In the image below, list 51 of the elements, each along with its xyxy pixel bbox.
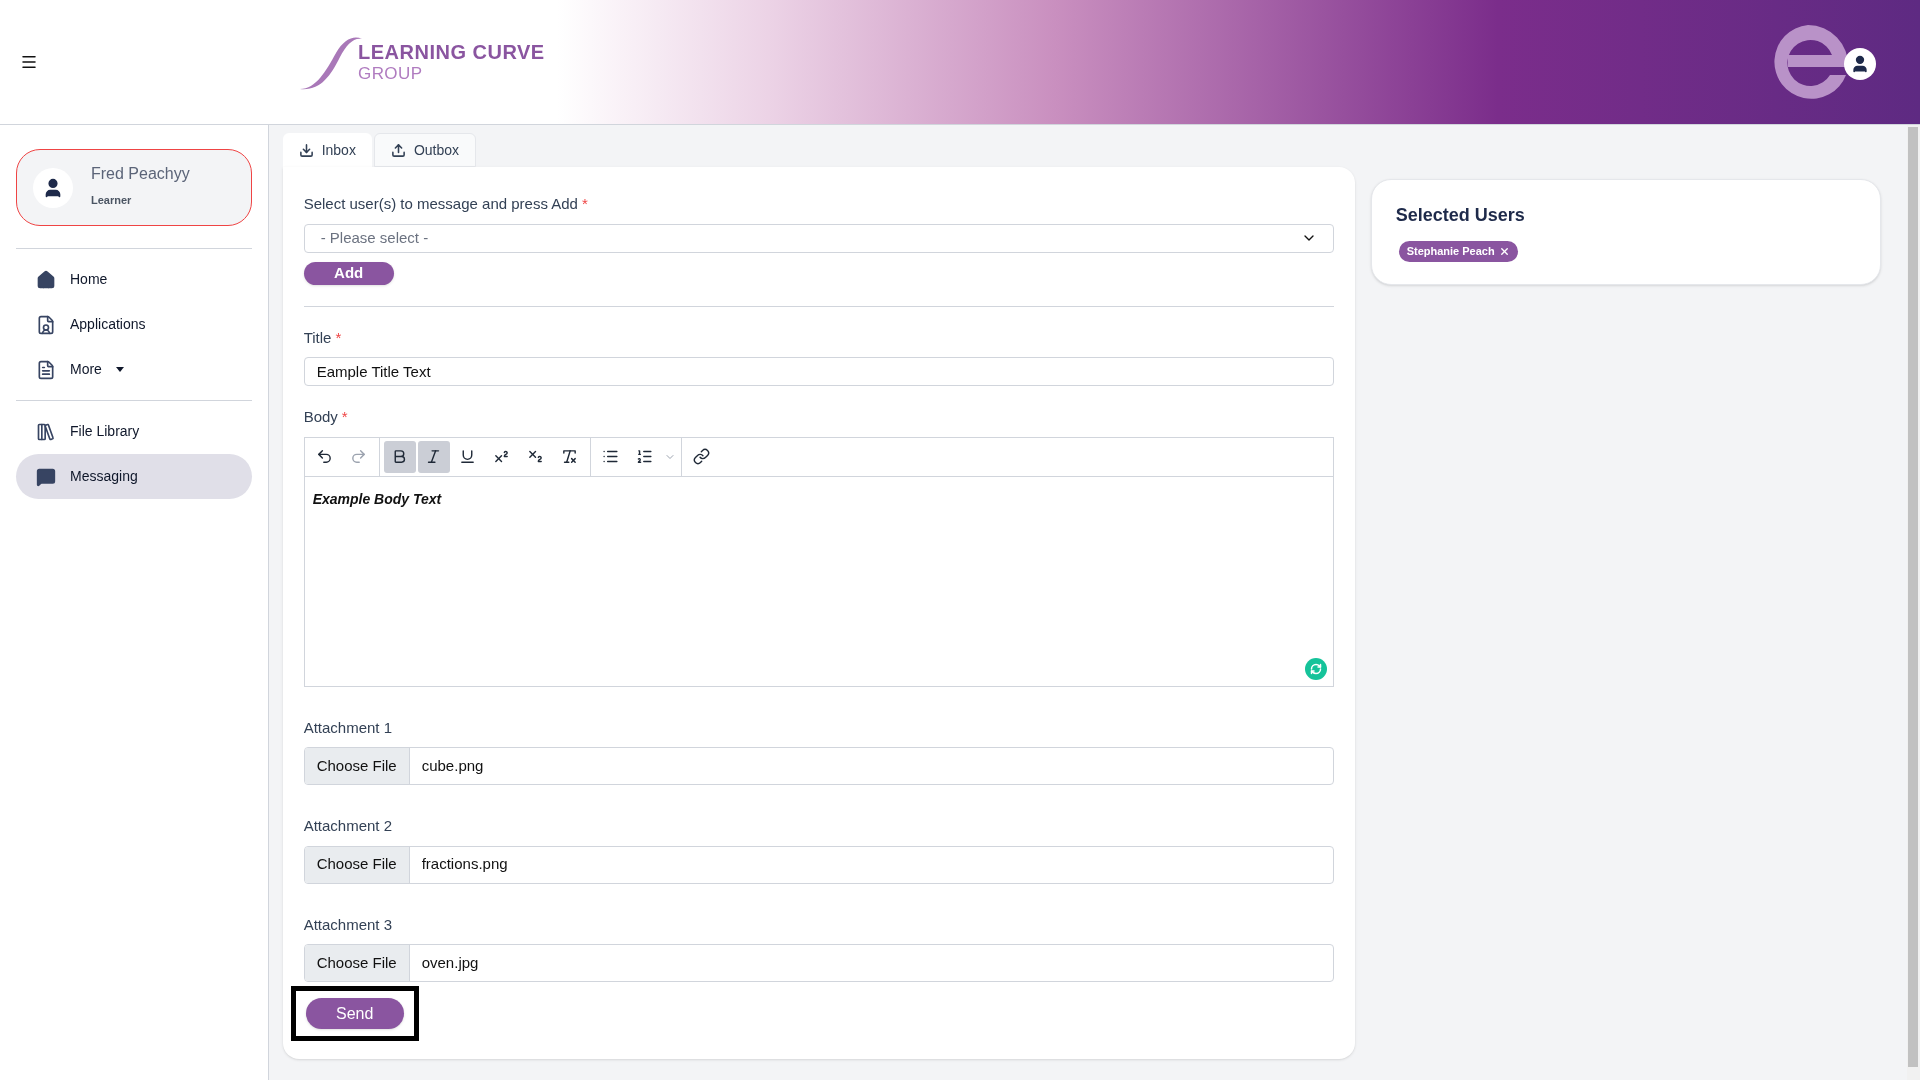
nav-item[interactable]: More <box>16 347 252 392</box>
nav-item[interactable]: File Library <box>16 409 252 454</box>
choose-file-button[interactable]: Choose File <box>304 748 410 785</box>
file-name: cube.png <box>420 755 485 776</box>
file-input[interactable]: Choose File oven.jpg <box>303 944 1334 983</box>
nav-item[interactable]: Home <box>16 257 252 302</box>
field-label: Attachment 2 <box>303 816 393 837</box>
user-chip[interactable]: Stephanie Peach <box>1398 241 1518 262</box>
body-text[interactable]: Example Body Text <box>312 490 442 507</box>
document-icon <box>36 359 56 380</box>
upload-tray-icon <box>390 142 406 158</box>
file-input[interactable]: Choose File cube.png <box>303 747 1334 786</box>
user-select[interactable]: - Please select - <box>303 223 1334 254</box>
profile-role: Learner <box>91 193 133 209</box>
choose-file-button[interactable]: Choose File <box>304 846 410 883</box>
title-input[interactable]: Eample Title Text <box>303 357 1334 387</box>
required-mark: * <box>335 327 342 348</box>
tab[interactable]: Inbox <box>282 133 372 167</box>
user-avatar-icon[interactable] <box>1844 48 1876 80</box>
download-tray-icon <box>298 142 314 158</box>
profile-avatar-icon <box>33 167 73 208</box>
close-icon[interactable] <box>1498 246 1510 257</box>
nav-item[interactable]: Applications <box>16 302 252 347</box>
menu-icon[interactable] <box>20 53 38 71</box>
nav-item[interactable]: Messaging <box>16 454 252 499</box>
file-input[interactable]: Choose File fractions.png <box>303 845 1334 884</box>
field-label: Attachment 3 <box>303 914 393 935</box>
contact-document-icon <box>36 314 56 335</box>
file-name: oven.jpg <box>420 952 480 973</box>
logo-title: LEARNING CURVE <box>358 42 545 62</box>
add-button[interactable]: Add <box>303 262 394 285</box>
required-mark: * <box>341 407 348 428</box>
house-icon <box>36 269 56 290</box>
speech-bubble-icon <box>36 466 56 487</box>
logo-subtitle: GROUP <box>358 65 424 82</box>
choose-file-button[interactable]: Choose File <box>304 945 410 982</box>
grammar-check-icon[interactable] <box>1304 657 1327 680</box>
italic-icon[interactable] <box>417 440 450 473</box>
field-label: Body <box>303 407 338 428</box>
send-button[interactable]: Send <box>305 998 404 1030</box>
profile-card[interactable]: Fred Peachyy Learner <box>16 149 252 226</box>
field-label: Select user(s) to message and press Add <box>303 194 578 214</box>
books-icon <box>36 421 56 442</box>
bold-icon[interactable] <box>383 440 416 473</box>
tab[interactable]: Outbox <box>373 133 477 167</box>
required-mark: * <box>581 194 588 214</box>
field-label: Attachment 1 <box>303 717 393 738</box>
card-title: Selected Users <box>1395 204 1525 227</box>
field-label: Title <box>303 327 332 348</box>
profile-name: Fred Peachyy <box>91 164 190 185</box>
file-name: fractions.png <box>420 854 509 875</box>
